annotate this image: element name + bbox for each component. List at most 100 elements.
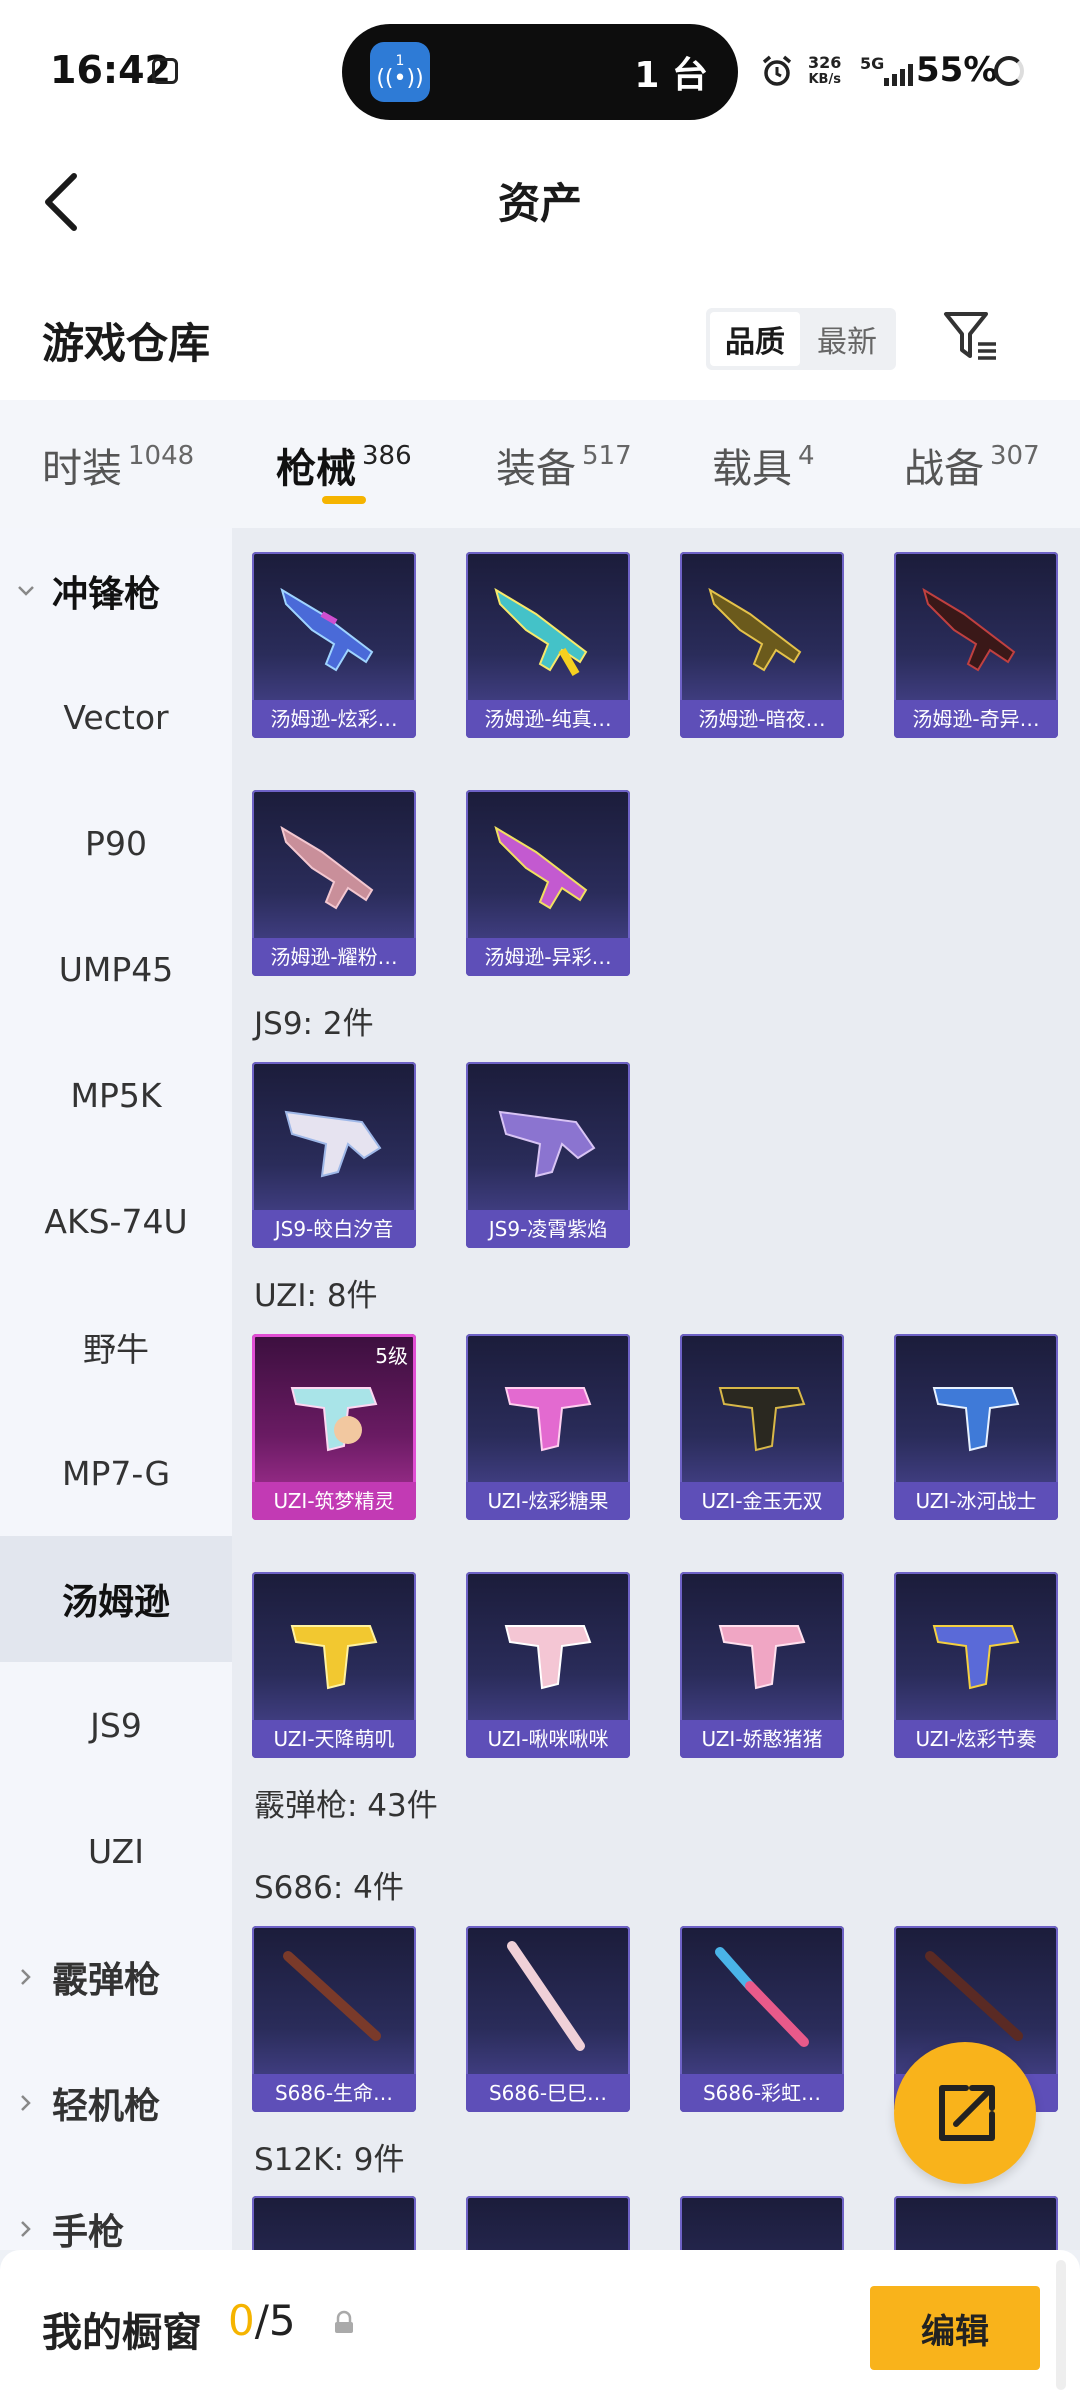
sidebar-item-mp7g[interactable]: MP7-G	[0, 1410, 232, 1536]
tab-count: 386	[362, 441, 412, 471]
skin-card[interactable]: S686-巳巳…	[466, 1926, 630, 2112]
skin-card[interactable]	[466, 2196, 630, 2250]
skin-name: UZI-冰河战士	[894, 1482, 1058, 1520]
s686-gun-icon	[283, 1951, 381, 2041]
chevron-down-icon	[18, 586, 34, 596]
net-speed-unit: KB/s	[808, 72, 841, 87]
section-header-uzi: UZI: 8件	[254, 1278, 378, 1314]
category-tabs: 时装 1048 枪械 386 装备 517 载具 4 战备 307	[0, 400, 1080, 528]
js9-gun-icon	[284, 1110, 382, 1178]
uzi-gun-icon	[932, 1387, 1020, 1452]
skin-card[interactable]: 5级 UZI-筑梦精灵	[252, 1334, 416, 1520]
sidebar-item-ump45[interactable]: UMP45	[0, 906, 232, 1032]
net-speed-value: 326	[808, 53, 842, 72]
uzi-gun-icon	[290, 1625, 378, 1690]
tab-equipment[interactable]: 装备 517	[496, 436, 632, 494]
showcase-total: /5	[254, 2296, 296, 2345]
sidebar-item-js9[interactable]: JS9	[0, 1662, 232, 1788]
tab-count: 307	[990, 441, 1040, 471]
share-button[interactable]	[894, 2042, 1036, 2184]
sidebar-item-shotgun[interactable]: 霰弹枪	[0, 1914, 232, 2040]
skin-card[interactable]: UZI-冰河战士	[894, 1334, 1058, 1520]
item-grid: 汤姆逊-炫彩… 汤姆逊-纯真… 汤姆逊-暗夜… 汤姆逊-奇异… 汤姆逊-耀粉… …	[232, 528, 1080, 2250]
sort-newest-button[interactable]: 最新	[802, 312, 892, 366]
skin-card[interactable]	[894, 2196, 1058, 2250]
skin-card[interactable]: JS9-皎白汐音	[252, 1062, 416, 1248]
skin-card[interactable]: UZI-金玉无双	[680, 1334, 844, 1520]
uzi-gun-icon	[504, 1625, 592, 1690]
skin-card[interactable]: 汤姆逊-炫彩…	[252, 552, 416, 738]
sort-quality-button[interactable]: 品质	[710, 312, 800, 366]
sidebar-item-thompson[interactable]: 汤姆逊	[0, 1536, 232, 1662]
skin-card[interactable]: 汤姆逊-异彩…	[466, 790, 630, 976]
skin-card[interactable]: UZI-娇憨猪猪	[680, 1572, 844, 1758]
net-speed: 326 KB/s	[808, 54, 841, 88]
skin-card[interactable]: UZI-炫彩糖果	[466, 1334, 630, 1520]
sidebar-item-label: 冲锋枪	[52, 574, 161, 615]
showcase-label: 我的橱窗	[42, 2310, 202, 2356]
skin-card[interactable]	[680, 2196, 844, 2250]
page-title: 资产	[497, 179, 582, 228]
sidebar-item-bizon[interactable]: 野牛	[0, 1284, 232, 1410]
sidebar-item-lmg[interactable]: 轻机枪	[0, 2040, 232, 2166]
sidebar-item-pistol[interactable]: 手枪	[0, 2166, 232, 2250]
skin-name: 汤姆逊-耀粉…	[252, 938, 416, 976]
skin-card[interactable]: UZI-炫彩节奏	[894, 1572, 1058, 1758]
notification-icon	[152, 58, 178, 84]
skin-card[interactable]: 汤姆逊-纯真…	[466, 552, 630, 738]
sidebar-item-p90[interactable]: P90	[0, 780, 232, 906]
section-header-s686: S686: 4件	[254, 1870, 404, 1906]
sidebar-item-smg[interactable]: 冲锋枪	[0, 528, 232, 654]
skin-name: JS9-凌霄紫焰	[466, 1210, 630, 1248]
skin-card[interactable]: 汤姆逊-奇异…	[894, 552, 1058, 738]
skin-name: S686-巳巳…	[466, 2074, 630, 2112]
sidebar-item-uzi[interactable]: UZI	[0, 1788, 232, 1914]
warehouse-header: 游戏仓库 品质 最新	[0, 270, 1080, 400]
thompson-gun-icon	[280, 825, 374, 910]
battery-percent: 55%	[916, 50, 998, 90]
uzi-gun-icon	[718, 1625, 806, 1690]
skin-name: UZI-金玉无双	[680, 1482, 844, 1520]
skin-name: 汤姆逊-纯真…	[466, 700, 630, 738]
sidebar-item-vector[interactable]: Vector	[0, 654, 232, 780]
skin-name: 汤姆逊-炫彩…	[252, 700, 416, 738]
thompson-gun-icon	[280, 587, 374, 672]
skin-card[interactable]: S686-生命…	[252, 1926, 416, 2112]
js9-gun-icon	[498, 1110, 596, 1178]
skin-name: UZI-天降萌叽	[252, 1720, 416, 1758]
uzi-gun-icon	[932, 1625, 1020, 1690]
thompson-gun-icon	[494, 587, 588, 677]
skin-card[interactable]	[252, 2196, 416, 2250]
tab-supplies[interactable]: 战备 307	[904, 436, 1040, 494]
section-header-shotgun: 霰弹枪: 43件	[254, 1788, 438, 1824]
skin-card[interactable]: UZI-天降萌叽	[252, 1572, 416, 1758]
sidebar-item-mp5k[interactable]: MP5K	[0, 1032, 232, 1158]
level-badge: 5级	[375, 1344, 408, 1368]
tab-guns[interactable]: 枪械 386	[276, 436, 412, 494]
edit-button[interactable]: 编辑	[870, 2286, 1040, 2370]
external-link-icon	[939, 2085, 995, 2141]
skin-name: UZI-筑梦精灵	[252, 1482, 416, 1520]
section-header-s12k: S12K: 9件	[254, 2142, 405, 2178]
tab-vehicles[interactable]: 载具 4	[712, 436, 815, 494]
skin-card[interactable]: 汤姆逊-耀粉…	[252, 790, 416, 976]
battery-icon	[994, 56, 1024, 86]
skin-card[interactable]: S686-彩虹…	[680, 1926, 844, 2112]
skin-card[interactable]: JS9-凌霄紫焰	[466, 1062, 630, 1248]
skin-name: 汤姆逊-暗夜…	[680, 700, 844, 738]
skin-name: UZI-啾咪啾咪	[466, 1720, 630, 1758]
thompson-gun-icon	[922, 587, 1016, 672]
dynamic-island[interactable]: 1 ((•)) 1 台	[342, 24, 738, 120]
tab-label: 枪械	[276, 446, 356, 492]
skin-card[interactable]: 汤姆逊-暗夜…	[680, 552, 844, 738]
skin-card[interactable]: UZI-啾咪啾咪	[466, 1572, 630, 1758]
sidebar-item-label: 霰弹枪	[52, 1960, 161, 2001]
filter-icon[interactable]	[940, 306, 1000, 366]
pill-text: 1 台	[634, 55, 708, 96]
tab-fashion[interactable]: 时装 1048	[42, 436, 194, 494]
scrollbar[interactable]	[1056, 2260, 1066, 2390]
top-bar: 资产	[0, 140, 1080, 270]
tab-underline	[322, 496, 366, 504]
sidebar-item-aks74u[interactable]: AKS-74U	[0, 1158, 232, 1284]
tab-label: 载具	[712, 446, 792, 492]
